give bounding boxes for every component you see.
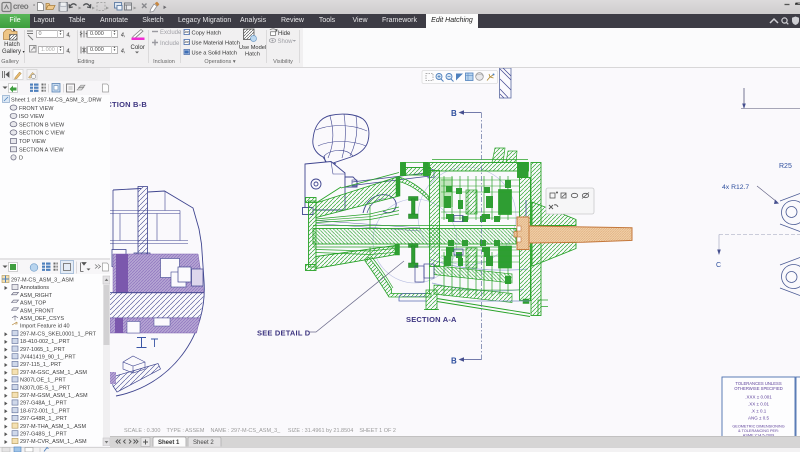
svg-text:297-M-GSC_ASM_1_.ASM: 297-M-GSC_ASM_1_.ASM bbox=[20, 370, 87, 376]
svg-text:297-M-THA_ASM_1_.ASM: 297-M-THA_ASM_1_.ASM bbox=[20, 424, 86, 430]
svg-text:o: o bbox=[33, 2, 36, 7]
svg-text:297-M-CS_SKEL0001_1_.PRT: 297-M-CS_SKEL0001_1_.PRT bbox=[20, 331, 97, 337]
svg-text:297-G48S_1_.PRT: 297-G48S_1_.PRT bbox=[20, 432, 67, 438]
svg-text:SECTION B-B: SECTION B-B bbox=[110, 100, 147, 109]
svg-text:JV441419_90_1_.PRT: JV441419_90_1_.PRT bbox=[20, 355, 76, 361]
svg-text:297-G48A_1_.PRT: 297-G48A_1_.PRT bbox=[20, 401, 67, 407]
svg-text:Use Model: Use Model bbox=[239, 45, 266, 51]
svg-text:Color: Color bbox=[131, 45, 145, 51]
svg-text:TOP VIEW: TOP VIEW bbox=[19, 139, 47, 145]
svg-text:.XXX ± 0.001: .XXX ± 0.001 bbox=[745, 395, 772, 400]
svg-text:ISO VIEW: ISO VIEW bbox=[19, 114, 45, 120]
svg-text:ASM_RIGHT: ASM_RIGHT bbox=[20, 293, 53, 299]
svg-text:18-410-002_1_.PRT: 18-410-002_1_.PRT bbox=[20, 339, 70, 345]
svg-text:.XX ± 0.01: .XX ± 0.01 bbox=[748, 402, 769, 407]
svg-text:creo: creo bbox=[13, 2, 29, 11]
svg-text:R25: R25 bbox=[779, 163, 792, 170]
svg-text:ASM_FRONT: ASM_FRONT bbox=[20, 308, 55, 314]
svg-text:Use a Solid Hatch: Use a Solid Hatch bbox=[192, 50, 238, 56]
svg-text:OTHERWISE SPECIFIED: OTHERWISE SPECIFIED bbox=[734, 386, 783, 391]
svg-text:Include: Include bbox=[160, 41, 180, 47]
svg-text:SECTION B VIEW: SECTION B VIEW bbox=[19, 122, 65, 128]
svg-text:297-115_1_.PRT: 297-115_1_.PRT bbox=[20, 362, 62, 368]
svg-text:SEE DETAIL D: SEE DETAIL D bbox=[257, 329, 311, 338]
svg-text:ANG ± 0.5: ANG ± 0.5 bbox=[748, 416, 769, 421]
svg-text:18-672-001_1_.PRT: 18-672-001_1_.PRT bbox=[20, 408, 70, 414]
svg-text:297-G48R_1_.PRT: 297-G48R_1_.PRT bbox=[20, 416, 68, 422]
svg-text:ASM_TOP: ASM_TOP bbox=[20, 301, 47, 307]
svg-text:4,: 4, bbox=[120, 33, 125, 39]
svg-text:4x R12.7: 4x R12.7 bbox=[722, 184, 749, 191]
svg-text:297-M-CVR_ASM_1_.ASM: 297-M-CVR_ASM_1_.ASM bbox=[20, 439, 87, 445]
svg-text:297-M-CS_ASM_3_.ASM: 297-M-CS_ASM_3_.ASM bbox=[11, 278, 74, 284]
svg-text:SECTION A-A: SECTION A-A bbox=[406, 315, 457, 324]
svg-text:SECTION C VIEW: SECTION C VIEW bbox=[19, 131, 65, 137]
svg-text:Copy Hatch: Copy Hatch bbox=[192, 30, 222, 36]
svg-text:.X ± 0.1: .X ± 0.1 bbox=[751, 409, 767, 414]
svg-text:Show: Show bbox=[278, 39, 294, 45]
svg-text:Exclude: Exclude bbox=[160, 30, 182, 36]
svg-text:Use Material Hatch: Use Material Hatch bbox=[192, 40, 240, 46]
svg-text:Hide: Hide bbox=[278, 31, 291, 37]
svg-text:297-1065_1_.PRT: 297-1065_1_.PRT bbox=[20, 347, 65, 353]
svg-text:SECTION A VIEW: SECTION A VIEW bbox=[19, 147, 64, 153]
svg-text:B: B bbox=[451, 109, 457, 118]
svg-text:4,: 4, bbox=[120, 49, 125, 55]
svg-text:ASM_DEF_CSYS: ASM_DEF_CSYS bbox=[20, 316, 64, 322]
svg-text:N307LOE_1_.PRT: N307LOE_1_.PRT bbox=[20, 378, 66, 384]
svg-text:FRONT VIEW: FRONT VIEW bbox=[19, 106, 54, 112]
svg-text:Import Feature id 40: Import Feature id 40 bbox=[20, 324, 70, 330]
svg-text:Hatch: Hatch bbox=[245, 52, 260, 58]
svg-text:4,: 4, bbox=[66, 33, 71, 39]
svg-text:297-M-GSM_ASM_1_.ASM: 297-M-GSM_ASM_1_.ASM bbox=[20, 393, 88, 399]
svg-text:C: C bbox=[716, 262, 721, 269]
svg-text:N307L0E-S_1_.PRT: N307L0E-S_1_.PRT bbox=[20, 385, 71, 391]
svg-text:D: D bbox=[19, 156, 23, 162]
svg-text:4,: 4, bbox=[66, 49, 71, 55]
svg-text:Annotations: Annotations bbox=[20, 285, 49, 291]
svg-text:Sheet 1 of 297-M-CS_ASM_3_.DRW: Sheet 1 of 297-M-CS_ASM_3_.DRW bbox=[11, 98, 102, 104]
svg-text:B: B bbox=[451, 357, 457, 366]
